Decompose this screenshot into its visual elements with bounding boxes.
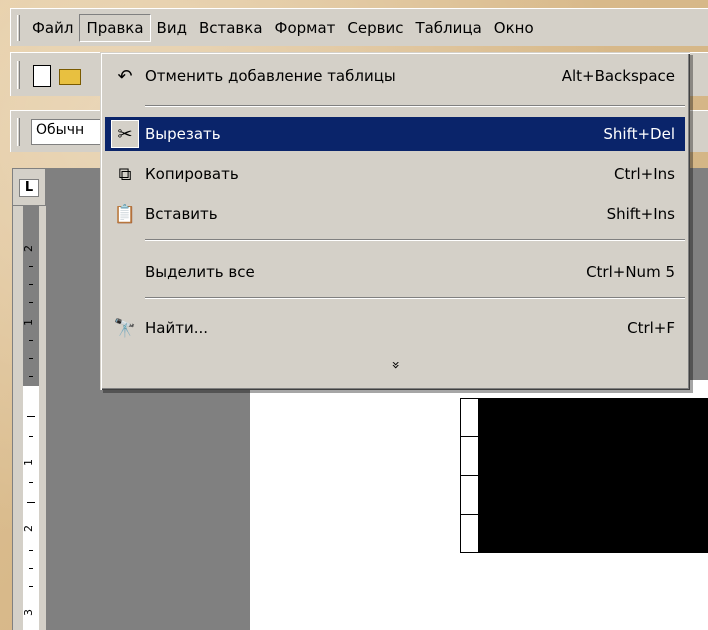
- menu-cut[interactable]: ✂ Вырезать Shift+Del: [105, 117, 685, 151]
- expand-menu-icon[interactable]: »: [387, 361, 403, 370]
- table-cell[interactable]: [461, 476, 479, 515]
- menu-cut-label: Вырезать: [145, 125, 221, 143]
- scissors-icon-wrap: ✂: [105, 120, 145, 148]
- tab-stop-selector[interactable]: L: [19, 179, 39, 197]
- menu-select-all-label: Выделить все: [145, 263, 255, 281]
- menu-tools[interactable]: Сервис: [341, 15, 409, 41]
- toolbar-grip[interactable]: [17, 61, 20, 89]
- menu-format-label: Формат: [274, 18, 336, 37]
- table-cell[interactable]: [461, 399, 479, 437]
- menu-file[interactable]: Файл: [26, 15, 79, 41]
- vertical-ruler[interactable]: 2 1 1 2 3: [12, 206, 46, 630]
- menu-find-shortcut: Ctrl+F: [627, 319, 675, 337]
- ruler-tick: [29, 436, 33, 437]
- ruler-margin-area: [23, 206, 39, 386]
- ruler-tick: [29, 550, 33, 551]
- menu-format[interactable]: Формат: [269, 15, 342, 41]
- ruler-corner: L: [12, 168, 46, 206]
- ruler-number: 3: [22, 609, 35, 616]
- menu-table[interactable]: Таблица: [409, 15, 487, 41]
- menu-view-label: Вид: [156, 18, 187, 37]
- ruler-tick: [29, 340, 33, 341]
- menu-cut-shortcut: Shift+Del: [603, 125, 675, 143]
- ruler-tick: [29, 284, 33, 285]
- menu-view[interactable]: Вид: [151, 15, 193, 41]
- ruler-tick: [29, 302, 33, 303]
- menu-undo[interactable]: ↶ Отменить добавление таблицы Alt+Backsp…: [105, 59, 685, 93]
- ruler-number: 2: [22, 245, 35, 252]
- ruler-text-area: [23, 386, 39, 630]
- menu-paste-shortcut: Shift+Ins: [606, 205, 675, 223]
- menu-bar: Файл Правка Вид Вставка Формат Сервис Та…: [10, 8, 708, 46]
- formatting-toolbar-grip[interactable]: [17, 118, 20, 146]
- menu-copy-shortcut: Ctrl+Ins: [613, 165, 675, 183]
- menu-window[interactable]: Окно: [488, 15, 540, 41]
- menu-insert[interactable]: Вставка: [193, 15, 269, 41]
- menu-copy[interactable]: ⧉ Копировать Ctrl+Ins: [105, 157, 685, 191]
- menu-find[interactable]: 🔭 Найти... Ctrl+F: [105, 311, 685, 345]
- ruler-number: 1: [22, 459, 35, 466]
- menu-edit-label: Правка: [86, 18, 144, 37]
- menu-file-label: Файл: [32, 18, 74, 37]
- menu-separator: [145, 297, 685, 299]
- ruler-tick: [29, 586, 33, 587]
- menu-insert-label: Вставка: [198, 18, 263, 37]
- ruler-number: 2: [22, 525, 35, 532]
- ruler-tick: [29, 568, 33, 569]
- menu-select-all-shortcut: Ctrl+Num 5: [586, 263, 675, 281]
- menu-separator: [145, 239, 685, 241]
- ruler-tick: [29, 266, 33, 267]
- edit-menu-dropdown: ↶ Отменить добавление таблицы Alt+Backsp…: [100, 52, 690, 390]
- ruler-tick: [29, 358, 33, 359]
- menubar-grip[interactable]: [17, 14, 20, 41]
- menu-separator: [145, 105, 685, 107]
- undo-icon: ↶: [117, 65, 133, 87]
- menu-copy-label: Копировать: [145, 165, 239, 183]
- menu-edit[interactable]: Правка: [79, 13, 151, 42]
- new-document-icon[interactable]: [33, 65, 51, 87]
- document-table[interactable]: [460, 398, 708, 553]
- menu-find-label: Найти...: [145, 319, 209, 337]
- table-cell[interactable]: [461, 437, 479, 476]
- ruler-tick: [29, 482, 33, 483]
- menu-window-label: Окно: [493, 18, 534, 37]
- menu-undo-label: Отменить добавление таблицы: [145, 67, 396, 85]
- menu-table-label: Таблица: [415, 18, 482, 37]
- menu-select-all[interactable]: Выделить все Ctrl+Num 5: [105, 255, 685, 289]
- menu-paste[interactable]: 📋 Вставить Shift+Ins: [105, 197, 685, 231]
- menu-undo-shortcut: Alt+Backspace: [561, 67, 675, 85]
- ruler-tick: [29, 376, 33, 377]
- binoculars-icon: 🔭: [113, 317, 137, 339]
- scissors-icon: ✂: [111, 120, 139, 148]
- open-folder-icon[interactable]: [59, 69, 81, 85]
- ruler-tick: [27, 502, 35, 503]
- copy-icon: ⧉: [118, 163, 132, 185]
- ruler-tick: [27, 416, 35, 417]
- menu-tools-label: Сервис: [347, 18, 404, 37]
- menu-paste-label: Вставить: [145, 205, 218, 223]
- table-cell[interactable]: [461, 515, 479, 552]
- ruler-number: 1: [22, 319, 35, 326]
- paste-icon: 📋: [113, 203, 137, 225]
